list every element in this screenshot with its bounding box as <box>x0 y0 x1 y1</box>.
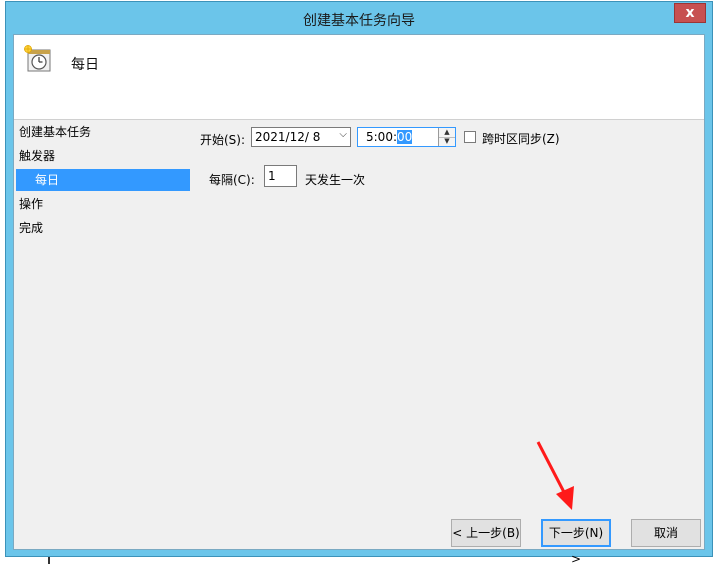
nav-step-action[interactable]: 操作 <box>19 193 43 215</box>
dialog-client-area: 每日 创建基本任务 触发器 每日 操作 完成 开始(S): 2021/12/ 8… <box>13 34 705 566</box>
sync-timezone-checkbox[interactable] <box>464 131 476 143</box>
nav-step-finish[interactable]: 完成 <box>19 217 43 239</box>
chevron-down-icon[interactable]: ⌵ <box>339 129 347 140</box>
nav-step-trigger[interactable]: 触发器 <box>19 145 55 167</box>
recur-days-value: 1 <box>268 169 276 183</box>
nav-step-create-basic-task[interactable]: 创建基本任务 <box>19 121 91 143</box>
clock-calendar-icon <box>24 45 51 72</box>
cancel-button[interactable]: 取消 <box>631 519 701 547</box>
start-time-value: 5:00:00 <box>366 130 413 144</box>
task-wizard-dialog: 创建基本任务向导 x 每日 创建基本任务 触发器 每日 操作 完成 开始(S):… <box>5 1 713 566</box>
start-label: 开始(S): <box>200 133 246 147</box>
back-button[interactable]: < 上一步(B) <box>451 519 521 547</box>
sync-timezone-label: 跨时区同步(Z) <box>482 132 560 146</box>
window-title: 创建基本任务向导 <box>303 13 415 29</box>
nav-step-daily[interactable]: 每日 <box>16 169 190 191</box>
start-date-picker[interactable]: 2021/12/ 8 ⌵ <box>251 127 351 147</box>
recur-days-input[interactable]: 1 <box>264 165 297 187</box>
wizard-header: 每日 <box>14 35 704 120</box>
close-button[interactable]: x <box>674 3 706 23</box>
recur-label: 每隔(C): <box>209 173 255 187</box>
page-title: 每日 <box>71 57 99 73</box>
start-date-value: 2021/12/ 8 <box>255 130 321 144</box>
title-bar[interactable]: 创建基本任务向导 x <box>6 2 712 34</box>
time-spinner[interactable]: ▲ ▼ <box>438 128 455 146</box>
next-button[interactable]: 下一步(N) > <box>541 519 611 566</box>
start-time-field[interactable]: 5:00:00 ▲ ▼ <box>357 127 456 147</box>
start-time-selected-seconds: 00 <box>397 130 413 144</box>
recur-suffix-label: 天发生一次 <box>305 173 366 187</box>
spin-down-icon[interactable]: ▼ <box>439 137 455 146</box>
